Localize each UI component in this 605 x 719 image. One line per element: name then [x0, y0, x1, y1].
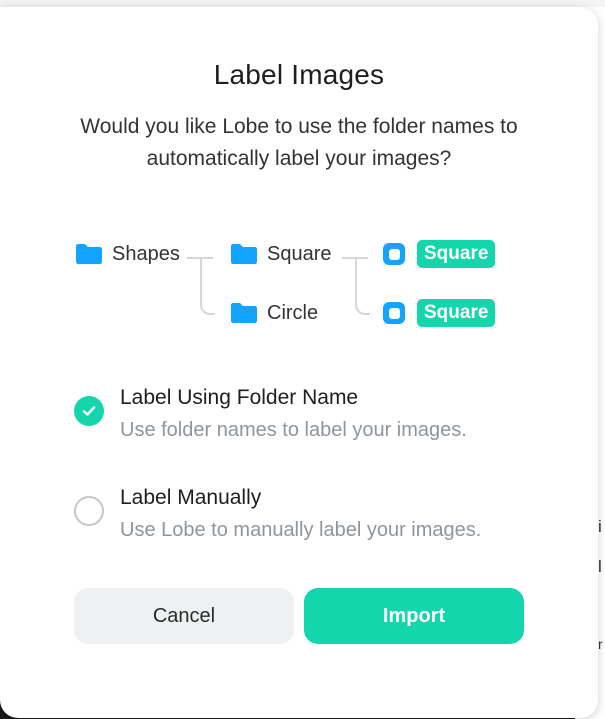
label-tag: Square	[417, 299, 496, 327]
label-images-dialog: Label Images Would you like Lobe to use …	[0, 7, 598, 718]
background-text-fragment: r	[598, 636, 603, 652]
connector-square-label-2	[355, 257, 370, 315]
import-button[interactable]: Import	[304, 588, 524, 644]
folder-name: Circle	[267, 301, 319, 324]
option-description: Use folder names to label your images.	[120, 419, 467, 441]
option-label-manually[interactable]: Label Manually Use Lobe to manually labe…	[74, 486, 544, 556]
checkmark-icon	[82, 406, 96, 416]
folder-icon	[76, 244, 102, 264]
folder-node-circle: Circle	[230, 299, 318, 327]
background-text-fragment: l	[598, 557, 602, 576]
folder-icon	[231, 303, 257, 323]
image-label-icon	[383, 243, 405, 265]
label-tag: Square	[417, 240, 496, 268]
label-node-2: Square	[383, 299, 496, 327]
option-title: Label Using Folder Name	[120, 386, 359, 409]
folder-name: Square	[267, 242, 332, 265]
folder-node-square: Square	[230, 240, 332, 268]
option-title: Label Manually	[120, 486, 262, 509]
background-text-fragment: i	[598, 517, 602, 536]
backdrop-top-strip	[0, 0, 605, 7]
folder-name: Shapes	[112, 242, 180, 265]
label-node-1: Square	[383, 240, 496, 268]
connector-root-circle	[200, 257, 215, 315]
option-description: Use Lobe to manually label your images.	[120, 519, 482, 541]
radio-selected[interactable]	[74, 396, 104, 426]
option-label-using-folder-name[interactable]: Label Using Folder Name Use folder names…	[74, 386, 544, 456]
folder-icon	[231, 244, 257, 264]
image-label-icon	[383, 302, 405, 324]
folder-node-shapes: Shapes	[75, 240, 180, 268]
radio-unselected[interactable]	[74, 496, 104, 526]
cancel-button[interactable]: Cancel	[74, 588, 294, 644]
